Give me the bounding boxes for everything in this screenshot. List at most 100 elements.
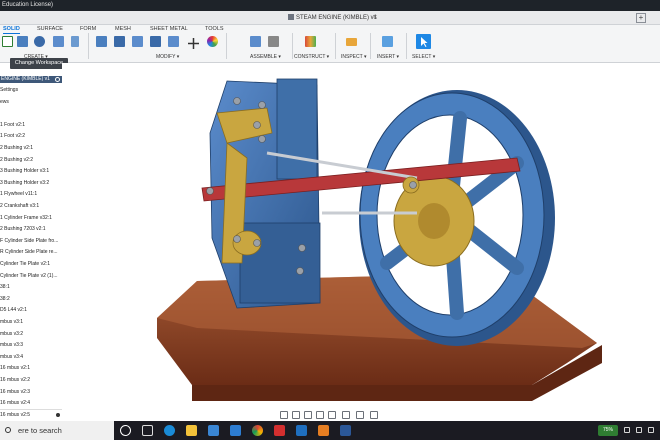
insert-image-icon[interactable]: [382, 36, 393, 47]
mail-icon[interactable]: [230, 425, 241, 436]
press-pull-icon[interactable]: [96, 36, 107, 47]
zoom-icon[interactable]: [316, 411, 324, 419]
move-icon[interactable]: [188, 36, 199, 49]
offset-plane-icon[interactable]: [305, 36, 316, 47]
new-sketch-icon[interactable]: [2, 36, 13, 47]
tab-form[interactable]: FORM: [80, 26, 96, 32]
notification-icon[interactable]: [648, 427, 654, 433]
browser-item[interactable]: 2 Crankshaft v3:1: [0, 203, 39, 209]
browser-root-node[interactable]: ENGINE (KIMBLE) v1: [0, 76, 62, 83]
browser-item[interactable]: 3 Bushing Holder v3:2: [0, 180, 49, 186]
taskbar-search[interactable]: ere to search: [0, 421, 114, 440]
volume-icon[interactable]: [636, 427, 642, 433]
pan-icon[interactable]: [304, 411, 312, 419]
chrome-icon[interactable]: [252, 425, 263, 436]
tab-surface[interactable]: SURFACE: [37, 26, 63, 32]
battery-badge[interactable]: 75%: [598, 425, 618, 436]
browser-item[interactable]: mbus v3:1: [0, 319, 23, 325]
ribbon-separator: [370, 33, 371, 59]
ribbon-toolbar: SOLID SURFACE FORM MESH SHEET METAL TOOL…: [0, 25, 660, 63]
tab-solid[interactable]: SOLID: [3, 26, 20, 34]
browser-item[interactable]: ews: [0, 99, 9, 105]
revolve-icon[interactable]: [34, 36, 45, 47]
close-tab-button[interactable]: ×: [373, 11, 377, 25]
browser-item[interactable]: 16 mbus v2:2: [0, 377, 30, 383]
browser-item[interactable]: Cylinder Tie Plate v2:1: [0, 261, 50, 267]
browser-panel: ENGINE (KIMBLE) v1 Settings ews 1 Foot v2:…: [0, 69, 62, 421]
model-canvas[interactable]: [62, 63, 660, 421]
browser-item[interactable]: 38:1: [0, 284, 10, 290]
viewports-icon[interactable]: [370, 411, 378, 419]
modify-group-label[interactable]: MODIFY ▾: [156, 54, 179, 60]
create-more-icon[interactable]: [71, 36, 79, 47]
grid-settings-icon[interactable]: [356, 411, 364, 419]
measure-icon[interactable]: [346, 38, 357, 46]
explorer-icon[interactable]: [186, 425, 197, 436]
task-view-icon[interactable]: [142, 425, 153, 436]
browser-item[interactable]: D5 L44 v2:1: [0, 307, 27, 313]
extrude-icon[interactable]: [17, 36, 28, 47]
orbit-icon[interactable]: [280, 411, 288, 419]
browser-item[interactable]: R Cylinder Side Plate re...: [0, 249, 58, 255]
acrobat-icon[interactable]: [274, 425, 285, 436]
edge-icon[interactable]: [164, 425, 175, 436]
document-tab-bar: STEAM ENGINE (KIMBLE) v1 × +: [0, 11, 660, 25]
new-component-icon[interactable]: [250, 36, 261, 47]
browser-item[interactable]: mbus v3:3: [0, 342, 23, 348]
display-settings-icon[interactable]: [342, 411, 350, 419]
browser-footer: [0, 409, 62, 419]
fit-icon[interactable]: [328, 411, 336, 419]
fillet-icon[interactable]: [114, 36, 125, 47]
browser-item[interactable]: F Cylinder Side Plate fro...: [0, 238, 58, 244]
network-icon[interactable]: [624, 427, 630, 433]
inspect-group-label[interactable]: INSPECT ▾: [341, 54, 366, 60]
shell-icon[interactable]: [150, 36, 161, 47]
chamfer-icon[interactable]: [132, 36, 143, 47]
browser-pin-icon[interactable]: [56, 413, 60, 417]
insert-group-label[interactable]: INSERT ▾: [377, 54, 399, 60]
change-workspace-tooltip: Change Workspace: [10, 58, 68, 69]
viewport-nav-bar: [278, 410, 382, 420]
browser-item[interactable]: 1 Foot v2:2: [0, 133, 25, 139]
select-icon[interactable]: [416, 34, 431, 49]
new-tab-button[interactable]: +: [636, 13, 646, 23]
browser-item[interactable]: 2 Bushing v2:2: [0, 157, 33, 163]
search-icon: [5, 427, 11, 433]
browser-item[interactable]: Cylinder Tie Plate v2 (1)...: [0, 273, 58, 279]
browser-item[interactable]: 2 Bushing v2:1: [0, 145, 33, 151]
construct-group-label[interactable]: CONSTRUCT ▾: [294, 54, 329, 60]
fusion-icon[interactable]: [318, 425, 329, 436]
browser-item[interactable]: Settings: [0, 87, 18, 93]
browser-item[interactable]: 16 mbus v2:1: [0, 365, 30, 371]
window-title: Education License): [2, 2, 54, 8]
browser-item[interactable]: 16 mbus v2:4: [0, 400, 30, 406]
browser-item[interactable]: mbus v3:2: [0, 331, 23, 337]
browser-item[interactable]: mbus v3:4: [0, 354, 23, 360]
root-node-radio-icon[interactable]: [55, 77, 60, 82]
select-group-label[interactable]: SELECT ▾: [412, 54, 435, 60]
tab-sheet-metal[interactable]: SHEET METAL: [150, 26, 188, 32]
browser-item[interactable]: 1 Cylinder Frame v32:1: [0, 215, 52, 221]
appearance-icon[interactable]: [207, 36, 218, 47]
look-at-icon[interactable]: [292, 411, 300, 419]
browser-item[interactable]: 1 Foot v2:1: [0, 122, 25, 128]
browser-item[interactable]: 16 mbus v2:3: [0, 389, 30, 395]
cortana-icon[interactable]: [120, 425, 131, 436]
joint-icon[interactable]: [268, 36, 279, 47]
browser-item[interactable]: 1 Flywheel v11:1: [0, 191, 37, 197]
sweep-icon[interactable]: [53, 36, 64, 47]
tab-mesh[interactable]: MESH: [115, 26, 131, 32]
ribbon-separator: [406, 33, 407, 59]
photos-icon[interactable]: [296, 425, 307, 436]
browser-item[interactable]: 2 Bushing 7203 v2:1: [0, 226, 46, 232]
word-icon[interactable]: [340, 425, 351, 436]
tab-tools[interactable]: TOOLS: [205, 26, 224, 32]
assemble-group-label[interactable]: ASSEMBLE ▾: [250, 54, 281, 60]
browser-item[interactable]: 38:2: [0, 296, 10, 302]
store-icon[interactable]: [208, 425, 219, 436]
ribbon-separator: [88, 33, 89, 59]
browser-item[interactable]: 3 Bushing Holder v3:1: [0, 168, 49, 174]
document-tab[interactable]: STEAM ENGINE (KIMBLE) v1: [288, 11, 377, 25]
combine-icon[interactable]: [168, 36, 179, 47]
document-icon: [288, 14, 294, 21]
